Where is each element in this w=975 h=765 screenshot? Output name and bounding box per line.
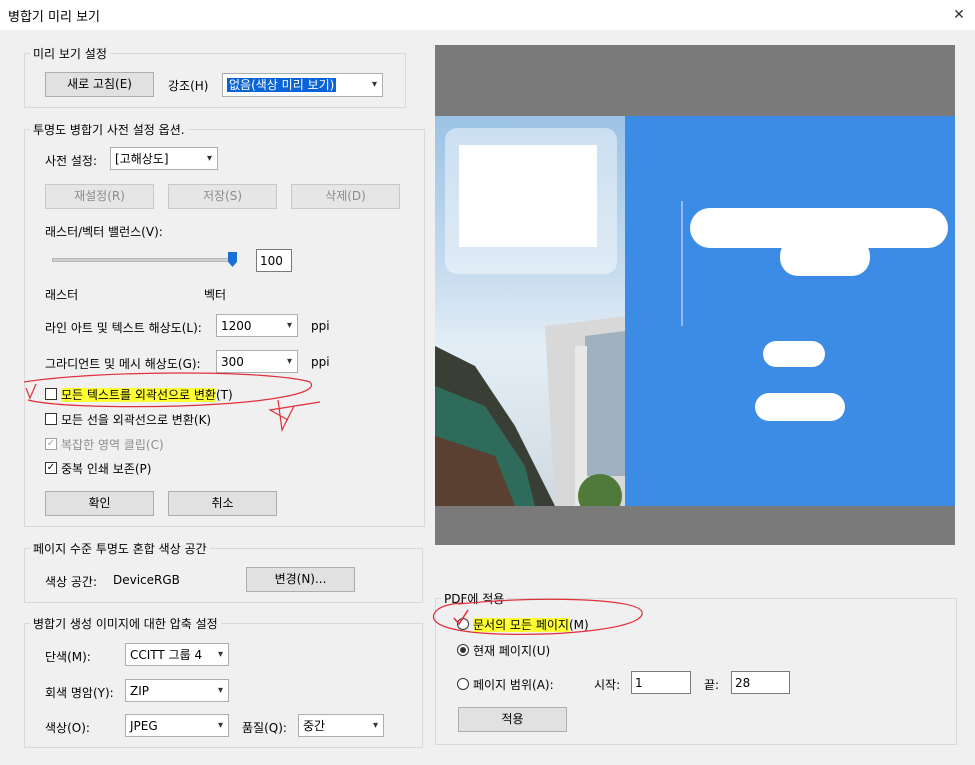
change-color-space-button[interactable]: 변경(N)...: [246, 567, 355, 592]
range-end-input[interactable]: 28: [731, 671, 790, 694]
save-button[interactable]: 저장(S): [168, 184, 277, 209]
radio-dot: [460, 647, 466, 653]
blend-space-title: 페이지 수준 투명도 혼합 색상 공간: [30, 540, 210, 557]
line-art-resolution-label: 라인 아트 및 텍스트 해상도(L):: [45, 321, 202, 335]
preview-building: [435, 316, 625, 506]
chevron-down-icon: ▾: [372, 720, 378, 731]
quality-select[interactable]: 중간 ▾: [298, 714, 384, 737]
preview-redaction: [780, 238, 870, 276]
chevron-down-icon: ▾: [217, 685, 223, 696]
preview-blue-panel: [625, 116, 955, 506]
overprint-checkbox[interactable]: ✓: [45, 462, 57, 474]
compression-title: 병합기 생성 이미지에 대한 압축 설정: [30, 615, 221, 632]
apply-button[interactable]: 적용: [458, 707, 567, 732]
chevron-down-icon: ▾: [217, 720, 223, 731]
quality-value: 중간: [303, 719, 326, 733]
line-art-resolution-value: 1200: [221, 319, 252, 333]
balance-input[interactable]: 100: [256, 249, 292, 272]
cancel-button[interactable]: 취소: [168, 491, 277, 516]
preset-select[interactable]: [고해상도] ▾: [110, 147, 218, 170]
ok-button[interactable]: 확인: [45, 491, 154, 516]
preset-value: [고해상도]: [115, 152, 169, 166]
color-select[interactable]: JPEG ▾: [125, 714, 229, 737]
ppi-label: ppi: [311, 319, 330, 333]
refresh-button[interactable]: 새로 고침(E): [45, 72, 154, 97]
balance-label: 래스터/벡터 밸런스(V):: [45, 225, 163, 239]
color-space-value: DeviceRGB: [113, 573, 180, 587]
overprint-label: 중복 인쇄 보존(P): [61, 462, 152, 476]
gray-value: ZIP: [130, 684, 149, 698]
color-label: 색상(O):: [45, 721, 90, 735]
preview-redaction: [763, 341, 825, 367]
gradient-resolution-value: 300: [221, 355, 244, 369]
mono-label: 단색(M):: [45, 650, 91, 664]
preview-redaction: [755, 393, 845, 421]
preset-options-title: 투명도 병합기 사전 설정 옵션.: [30, 121, 188, 138]
page-range-radio[interactable]: [457, 678, 469, 690]
ppi-label: ppi: [311, 355, 330, 369]
balance-slider-track[interactable]: [52, 258, 236, 262]
highlight-select[interactable]: 없음(색상 미리 보기) ▾: [222, 73, 383, 97]
chevron-down-icon: ▾: [371, 79, 377, 90]
page-range-label: 페이지 범위(A):: [473, 678, 554, 692]
chevron-down-icon: ▾: [286, 320, 292, 331]
reset-button[interactable]: 재설정(R): [45, 184, 154, 209]
preview-white-box: [459, 145, 597, 247]
gray-label: 회색 명암(Y):: [45, 686, 114, 700]
preview-photo: [435, 116, 625, 506]
highlight-label: 강조(H): [168, 79, 209, 93]
delete-button[interactable]: 삭제(D): [291, 184, 400, 209]
range-start-input[interactable]: 1: [631, 671, 691, 694]
current-page-radio[interactable]: [457, 644, 469, 656]
mono-value: CCITT 그룹 4: [130, 648, 203, 662]
color-space-label: 색상 공간:: [45, 575, 98, 589]
mono-select[interactable]: CCITT 그룹 4 ▾: [125, 643, 229, 666]
color-value: JPEG: [130, 719, 158, 733]
vector-label: 벡터: [204, 288, 227, 302]
range-start-label: 시작:: [594, 678, 621, 692]
current-page-label: 현재 페이지(U): [473, 644, 551, 658]
preview-divider: [681, 201, 683, 326]
line-art-resolution-select[interactable]: 1200 ▾: [216, 314, 298, 337]
title-bar: [0, 0, 975, 30]
chevron-down-icon: ▾: [217, 649, 223, 660]
chevron-down-icon: ▾: [206, 153, 212, 164]
annotation-scribble: [23, 372, 321, 433]
highlight-value: 없음(색상 미리 보기): [227, 78, 337, 92]
raster-label: 래스터: [45, 288, 79, 302]
range-end-label: 끝:: [704, 678, 720, 692]
gray-select[interactable]: ZIP ▾: [125, 679, 229, 702]
preset-label: 사전 설정:: [45, 154, 98, 168]
annotation-ellipse: [432, 598, 643, 635]
quality-label: 품질(Q):: [242, 721, 287, 735]
window-title: 병합기 미리 보기: [8, 10, 100, 25]
preview-settings-title: 미리 보기 설정: [30, 45, 110, 62]
check-icon: ✓: [46, 462, 56, 473]
close-icon[interactable]: ✕: [950, 6, 968, 24]
